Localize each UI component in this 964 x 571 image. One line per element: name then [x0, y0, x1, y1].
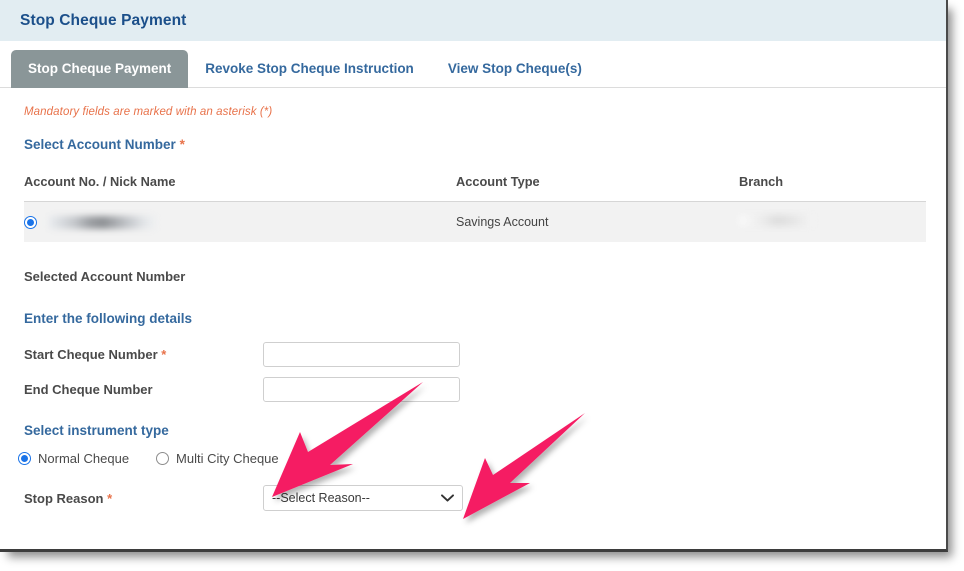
start-cheque-number-row: Start Cheque Number *	[0, 342, 946, 367]
stop-reason-select[interactable]: --Select Reason--	[263, 485, 463, 511]
enter-following-details-heading: Enter the following details	[24, 311, 193, 326]
selected-account-number-label: Selected Account Number	[24, 269, 186, 284]
end-cheque-number-label: End Cheque Number	[24, 382, 153, 397]
page-header: Stop Cheque Payment	[0, 0, 946, 41]
multi-city-cheque-radio[interactable]	[156, 452, 170, 465]
column-header-account-type: Account Type	[456, 174, 540, 189]
tab-view-stop-cheques[interactable]: View Stop Cheque(s)	[431, 50, 599, 88]
application-window: Stop Cheque Payment Stop Cheque Payment …	[0, 0, 948, 552]
redacted-account-number	[49, 215, 157, 229]
start-cheque-number-label-text: Start Cheque Number	[24, 347, 158, 362]
select-account-number-heading-text: Select Account Number	[24, 137, 176, 152]
radio-option-normal-cheque[interactable]: Normal Cheque	[18, 451, 129, 466]
required-asterisk: *	[179, 137, 185, 152]
required-asterisk: *	[107, 490, 113, 506]
account-type-cell: Savings Account	[456, 215, 549, 229]
start-cheque-number-input[interactable]	[263, 342, 460, 367]
redacted-branch	[739, 215, 813, 226]
normal-cheque-label: Normal Cheque	[38, 451, 130, 466]
tab-revoke-stop-cheque-instruction[interactable]: Revoke Stop Cheque Instruction	[188, 50, 431, 88]
stop-reason-row: Stop Reason * --Select Reason--	[0, 485, 946, 511]
end-cheque-number-input[interactable]	[263, 377, 460, 402]
stop-reason-label-text: Stop Reason	[24, 490, 104, 506]
radio-option-multi-city-cheque[interactable]: Multi City Cheque	[156, 451, 279, 466]
select-instrument-type-heading: Select instrument type	[24, 423, 169, 438]
account-select-radio[interactable]	[24, 215, 37, 229]
tab-stop-cheque-payment[interactable]: Stop Cheque Payment	[11, 50, 189, 88]
tab-strip: Stop Cheque Payment Revoke Stop Cheque I…	[0, 41, 946, 88]
table-row[interactable]: Savings Account	[24, 202, 926, 242]
mandatory-fields-note: Mandatory fields are marked with an aste…	[24, 106, 273, 118]
form-body: Mandatory fields are marked with an aste…	[0, 88, 946, 511]
start-cheque-number-label: Start Cheque Number *	[24, 347, 263, 362]
stop-reason-select-wrap: --Select Reason--	[263, 485, 463, 511]
column-header-account-no: Account No. / Nick Name	[24, 174, 176, 189]
stop-reason-selected-value: --Select Reason--	[272, 491, 370, 505]
stop-reason-label: Stop Reason *	[24, 491, 263, 506]
select-account-number-heading: Select Account Number *	[0, 137, 946, 152]
account-cell	[24, 215, 456, 229]
instrument-type-radio-group: Normal Cheque Multi City Cheque	[0, 451, 946, 466]
branch-cell	[739, 215, 926, 229]
normal-cheque-radio[interactable]	[18, 452, 31, 465]
account-table: Account No. / Nick Name Account Type Bra…	[0, 174, 946, 242]
end-cheque-number-row: End Cheque Number	[0, 377, 946, 402]
required-asterisk: *	[161, 347, 167, 362]
page-title: Stop Cheque Payment	[20, 11, 187, 29]
tab-list: Stop Cheque Payment Revoke Stop Cheque I…	[11, 41, 946, 88]
column-header-branch: Branch	[739, 174, 784, 189]
account-table-header: Account No. / Nick Name Account Type Bra…	[24, 174, 926, 202]
multi-city-cheque-label: Multi City Cheque	[176, 451, 279, 466]
